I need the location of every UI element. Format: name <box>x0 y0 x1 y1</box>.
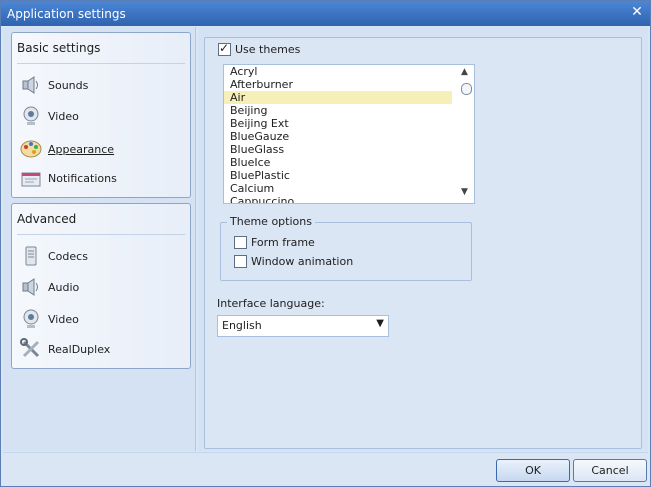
nav-item-realduplex[interactable]: RealDuplex <box>20 337 180 361</box>
nav-item-codecs[interactable]: Codecs <box>20 244 180 268</box>
theme-options-group: Theme options Form frame Window animatio… <box>220 215 472 281</box>
theme-options-legend: Theme options <box>227 215 315 228</box>
scroll-down-icon[interactable]: ▼ <box>461 187 468 197</box>
palette-icon <box>20 140 42 158</box>
theme-list-item[interactable]: Air <box>224 91 452 104</box>
nav-label-audio: Audio <box>48 280 80 294</box>
use-themes-label: Use themes <box>235 43 301 56</box>
chevron-down-icon[interactable]: ▼ <box>376 318 384 329</box>
window-animation-checkbox[interactable]: Window animation <box>234 255 353 268</box>
scroll-up-icon[interactable]: ▲ <box>461 67 468 77</box>
notification-icon <box>21 172 41 187</box>
settings-window: Application settings ✕ Basic settings So… <box>0 0 651 487</box>
scroll-thumb[interactable] <box>461 83 472 95</box>
theme-list-item[interactable]: BlueIce <box>224 156 474 169</box>
form-frame-label: Form frame <box>251 236 315 249</box>
nav-item-video-advanced[interactable]: Video <box>20 307 180 331</box>
theme-list-item[interactable]: BlueGlass <box>224 143 474 156</box>
nav-item-audio[interactable]: Audio <box>20 275 180 299</box>
divider <box>17 63 185 64</box>
nav-item-appearance[interactable]: Appearance <box>20 137 180 161</box>
use-themes-checkbox[interactable]: Use themes <box>215 41 304 56</box>
checkbox-box[interactable] <box>218 41 231 56</box>
interface-language-select[interactable]: English ▼ <box>217 315 389 337</box>
speaker-icon <box>22 278 38 296</box>
appearance-page: Use themes AcrylAfterburnerAirBeijingBei… <box>198 27 648 451</box>
form-frame-checkbox[interactable]: Form frame <box>234 236 315 249</box>
theme-list-item[interactable]: Cappuccino <box>224 195 474 203</box>
theme-list-item[interactable]: Beijing Ext <box>224 117 474 130</box>
codec-icon <box>25 246 37 266</box>
theme-list-item[interactable]: Acryl <box>224 65 474 78</box>
close-icon[interactable]: ✕ <box>630 5 644 19</box>
selected-language: English <box>222 319 262 332</box>
webcam-icon <box>23 309 39 328</box>
theme-list-item[interactable]: Afterburner <box>224 78 474 91</box>
nav-item-sounds[interactable]: Sounds <box>20 73 180 97</box>
basic-settings-heading[interactable]: Basic settings <box>17 41 100 55</box>
navigation-pane: Basic settings Sounds Video Appearance N… <box>3 27 196 451</box>
themes-panel: Use themes AcrylAfterburnerAirBeijingBei… <box>204 37 642 449</box>
theme-items: Acryl Afterburner Air Beijing Beijing Ext Blu… <box>224 65 474 203</box>
window-title: Application settings <box>7 7 126 21</box>
advanced-group: Advanced Codecs Audio Video RealDuplex <box>11 203 191 369</box>
speaker-icon <box>22 76 38 94</box>
checkbox-box[interactable] <box>234 255 247 268</box>
tools-icon <box>20 338 40 358</box>
cancel-button[interactable]: Cancel <box>573 459 647 482</box>
basic-settings-group: Basic settings Sounds Video Appearance N… <box>11 32 191 198</box>
window-animation-label: Window animation <box>251 255 354 268</box>
advanced-heading[interactable]: Advanced <box>17 212 76 226</box>
dialog-button-bar: OK Cancel <box>3 452 648 486</box>
theme-list-item[interactable]: Beijing <box>224 104 474 117</box>
checkbox-box[interactable] <box>234 236 247 249</box>
nav-label-codecs: Codecs <box>48 249 88 263</box>
nav-label-notifications: Notifications <box>48 171 117 185</box>
theme-list-scrollbar[interactable]: ▲ ▼ <box>458 65 474 203</box>
theme-list-item[interactable]: BluePlastic <box>224 169 474 182</box>
theme-list-item[interactable]: BlueGauze <box>224 130 474 143</box>
nav-label-video-advanced: Video <box>48 312 79 326</box>
theme-list-item[interactable]: Calcium <box>224 182 474 195</box>
divider <box>17 234 185 235</box>
nav-item-video[interactable]: Video <box>20 104 180 128</box>
ok-button[interactable]: OK <box>496 459 570 482</box>
nav-label-video: Video <box>48 109 79 123</box>
nav-label-sounds: Sounds <box>48 78 89 92</box>
webcam-icon <box>23 106 39 125</box>
theme-listbox[interactable]: Acryl Afterburner Air Beijing Beijing Ext Blu… <box>223 64 475 204</box>
interface-language-label: Interface language: <box>217 297 325 310</box>
nav-label-realduplex: RealDuplex <box>48 342 111 356</box>
nav-label-appearance: Appearance <box>48 142 115 156</box>
nav-item-notifications[interactable]: Notifications <box>20 166 180 190</box>
title-bar[interactable]: Application settings ✕ <box>1 1 650 26</box>
